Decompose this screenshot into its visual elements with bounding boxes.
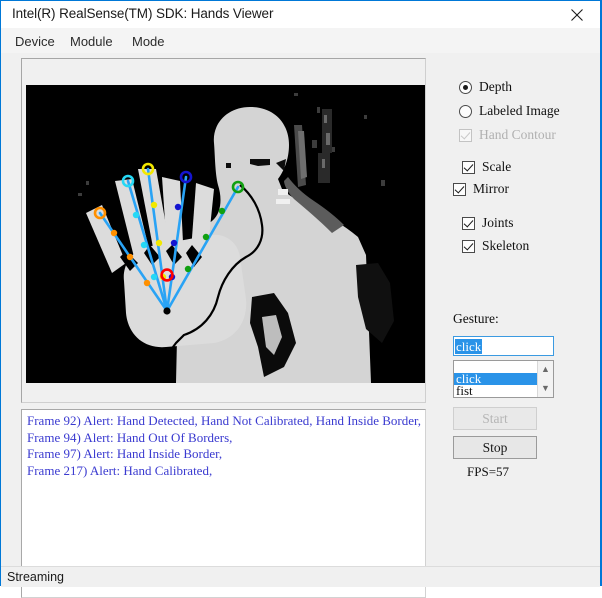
checkbox-mirror-icon	[453, 182, 466, 196]
radio-labeled-image-label: Labeled Image	[479, 103, 560, 118]
stop-button[interactable]: Stop	[453, 436, 537, 459]
app-window: Intel(R) RealSense(TM) SDK: Hands Viewer…	[0, 0, 602, 598]
close-icon	[571, 9, 583, 21]
checkbox-scale[interactable]: Scale	[462, 159, 511, 175]
gesture-label: Gesture:	[453, 311, 499, 326]
checkbox-joints[interactable]: Joints	[462, 215, 514, 231]
log-line: Frame 94) Alert: Hand Out Of Borders,	[27, 429, 233, 445]
depth-frame-graphic	[26, 85, 425, 383]
status-text: Streaming	[7, 570, 64, 584]
title-bar[interactable]: Intel(R) RealSense(TM) SDK: Hands Viewer	[1, 1, 600, 28]
close-button[interactable]	[556, 1, 600, 28]
gesture-input-value: click	[455, 339, 483, 354]
checkbox-skeleton-label: Skeleton	[482, 238, 530, 253]
checkbox-scale-icon	[462, 160, 475, 174]
radio-labeled-image-icon	[459, 104, 472, 118]
checkbox-hand-contour-icon	[459, 128, 472, 142]
checkbox-joints-label: Joints	[482, 215, 514, 230]
gesture-input[interactable]: click	[453, 336, 554, 356]
client-area: Depth Labeled Image Hand Contour Scale M…	[1, 53, 600, 598]
depth-stream-image[interactable]	[26, 85, 425, 383]
menu-item-module[interactable]: Module	[65, 32, 118, 51]
radio-depth-icon	[459, 80, 472, 94]
menu-item-mode[interactable]: Mode	[127, 32, 170, 51]
fps-label: FPS=57	[467, 464, 510, 479]
log-line: Frame 97) Alert: Hand Inside Border,	[27, 446, 223, 461]
chevron-up-icon[interactable]: ▲	[538, 361, 553, 378]
checkbox-mirror-label: Mirror	[473, 181, 509, 196]
checkbox-skeleton[interactable]: Skeleton	[462, 238, 529, 254]
radio-depth[interactable]: Depth	[459, 79, 512, 95]
radio-labeled-image[interactable]: Labeled Image	[459, 103, 560, 119]
menu-bar: Device Module Mode	[1, 28, 600, 53]
checkbox-hand-contour-label: Hand Contour	[479, 127, 556, 142]
gesture-option-fist[interactable]: fist	[454, 384, 538, 397]
gesture-dropdown-list[interactable]: click fist ▲ ▼	[453, 360, 554, 398]
checkbox-joints-icon	[462, 216, 475, 230]
checkbox-mirror[interactable]: Mirror	[453, 181, 509, 197]
checkbox-scale-label: Scale	[482, 159, 512, 174]
radio-depth-label: Depth	[479, 79, 512, 94]
gesture-list-scrollbar[interactable]: ▲ ▼	[537, 361, 553, 397]
status-bar: Streaming	[1, 566, 600, 587]
checkbox-hand-contour: Hand Contour	[459, 127, 556, 143]
menu-item-device[interactable]: Device	[10, 32, 60, 51]
chevron-down-icon[interactable]: ▼	[538, 380, 553, 397]
checkbox-skeleton-icon	[462, 239, 475, 253]
log-line: Frame 92) Alert: Hand Detected, Hand Not…	[27, 413, 422, 428]
window-title: Intel(R) RealSense(TM) SDK: Hands Viewer	[12, 6, 274, 21]
control-panel: Depth Labeled Image Hand Contour Scale M…	[451, 53, 596, 566]
log-line: Frame 217) Alert: Hand Calibrated,	[27, 462, 213, 478]
viewer-panel	[21, 58, 426, 403]
wrist-marker	[163, 307, 171, 315]
start-button[interactable]: Start	[453, 407, 537, 430]
